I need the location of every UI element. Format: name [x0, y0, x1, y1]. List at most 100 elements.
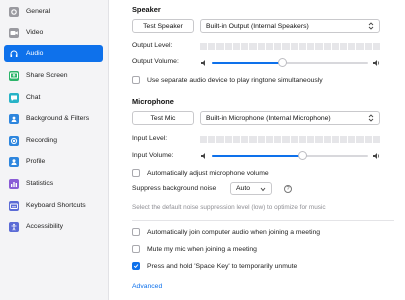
sidebar-item-label: Keyboard Shortcuts — [26, 202, 86, 209]
sidebar-item-label: Audio — [26, 50, 44, 57]
statistics-icon — [9, 178, 19, 189]
separate-device-checkbox[interactable] — [132, 76, 140, 84]
output-volume-thumb[interactable] — [277, 58, 287, 67]
mute-on-join-label: Mute my mic when joining a meeting — [147, 245, 257, 253]
level-segment — [265, 43, 274, 50]
volume-high-icon — [373, 153, 380, 159]
level-segment — [307, 43, 315, 50]
level-segment — [200, 43, 208, 50]
sidebar-item-label: Recording — [26, 137, 57, 144]
level-segment — [364, 43, 372, 50]
auto-adjust-checkbox[interactable] — [132, 169, 140, 177]
sidebar-item-label: Background & Filters — [26, 115, 90, 122]
level-segment — [364, 136, 372, 143]
level-segment — [307, 136, 315, 143]
suppress-noise-label: Suppress background noise — [132, 185, 217, 192]
level-segment — [348, 136, 356, 143]
level-segment — [208, 43, 216, 50]
level-segment — [339, 136, 348, 143]
settings-sidebar: General Video Audio Share Screen Chat Backgro… — [0, 0, 109, 300]
level-segment — [298, 136, 307, 143]
suppress-noise-value: Auto — [236, 185, 250, 192]
level-segment — [372, 43, 381, 50]
space-unmute-checkbox[interactable] — [132, 262, 140, 270]
sidebar-item-label: Video — [26, 29, 44, 36]
level-segment — [372, 136, 381, 143]
sidebar-item-share-screen[interactable]: Share Screen — [4, 67, 103, 84]
chevron-updown-icon — [368, 114, 374, 122]
sidebar-item-accessibility[interactable]: Accessibility — [4, 218, 103, 235]
sidebar-item-video[interactable]: Video — [4, 24, 103, 41]
level-segment — [241, 136, 249, 143]
level-segment — [249, 43, 257, 50]
sidebar-item-statistics[interactable]: Statistics — [4, 175, 103, 192]
sidebar-item-label: Statistics — [26, 180, 54, 187]
sidebar-item-label: General — [26, 8, 51, 15]
level-segment — [216, 136, 224, 143]
suppress-noise-select[interactable]: Auto — [230, 182, 272, 195]
level-segment — [232, 43, 241, 50]
output-volume-slider[interactable] — [212, 58, 368, 68]
auto-adjust-option[interactable]: Automatically adjust microphone volume — [132, 169, 269, 177]
level-segment — [282, 43, 290, 50]
level-segment — [290, 43, 298, 50]
input-volume-slider[interactable] — [212, 151, 368, 161]
microphone-section-title: Microphone — [132, 97, 174, 106]
gear-icon — [9, 6, 19, 17]
checkmark-icon — [133, 264, 139, 269]
level-segment — [200, 136, 208, 143]
level-segment — [224, 43, 232, 50]
level-segment — [348, 43, 356, 50]
suppress-noise-hint: Select the default noise suppression lev… — [132, 204, 326, 211]
level-segment — [315, 136, 323, 143]
space-unmute-label: Press and hold 'Space Key' to temporaril… — [147, 262, 298, 270]
chevron-updown-icon — [368, 22, 374, 30]
level-segment — [274, 43, 282, 50]
input-level-meter — [200, 136, 381, 143]
level-segment — [216, 43, 224, 50]
separate-device-option[interactable]: Use separate audio device to play ringto… — [132, 76, 323, 84]
keyboard-icon — [9, 200, 19, 211]
test-speaker-button[interactable]: Test Speaker — [132, 19, 194, 33]
input-volume-fill — [212, 155, 303, 157]
sidebar-item-keyboard-shortcuts[interactable]: Keyboard Shortcuts — [4, 197, 103, 214]
level-segment — [249, 136, 257, 143]
sidebar-item-profile[interactable]: Profile — [4, 153, 103, 170]
level-segment — [356, 136, 364, 143]
auto-join-audio-checkbox[interactable] — [132, 228, 140, 236]
sidebar-item-recording[interactable]: Recording — [4, 132, 103, 149]
volume-low-icon — [201, 60, 205, 66]
level-segment — [323, 43, 331, 50]
test-mic-button[interactable]: Test Mic — [132, 111, 194, 125]
option-row[interactable]: Automatically join computer audio when j… — [132, 228, 320, 236]
speaker-device-select[interactable]: Built-in Output (Internal Speakers) — [200, 19, 380, 33]
option-row[interactable]: Press and hold 'Space Key' to temporaril… — [132, 262, 297, 270]
mic-device-select[interactable]: Built-in Microphone (Internal Microphone… — [200, 111, 380, 125]
sidebar-item-general[interactable]: General — [4, 3, 103, 20]
profile-icon — [9, 156, 19, 167]
output-level-meter — [200, 43, 381, 50]
audio-settings-panel: Speaker Test Speaker Built-in Output (In… — [108, 0, 405, 300]
advanced-link[interactable]: Advanced — [132, 283, 162, 290]
level-segment — [241, 43, 249, 50]
input-volume-thumb[interactable] — [297, 151, 307, 160]
record-icon — [9, 135, 19, 146]
level-segment — [331, 43, 339, 50]
help-icon[interactable]: ? — [284, 185, 292, 193]
sidebar-item-label: Chat — [26, 94, 41, 101]
mute-on-join-checkbox[interactable] — [132, 245, 140, 253]
sidebar-item-audio[interactable]: Audio — [4, 45, 103, 62]
level-segment — [315, 43, 323, 50]
chevron-down-icon — [260, 187, 266, 192]
sidebar-item-background-filters[interactable]: Background & Filters — [4, 110, 103, 127]
auto-adjust-label: Automatically adjust microphone volume — [147, 169, 269, 177]
sidebar-item-chat[interactable]: Chat — [4, 89, 103, 106]
level-segment — [265, 136, 274, 143]
sidebar-item-label: Profile — [26, 158, 46, 165]
option-row[interactable]: Mute my mic when joining a meeting — [132, 245, 257, 253]
headphones-icon — [9, 49, 19, 59]
input-volume-label: Input Volume: — [132, 152, 174, 159]
separate-device-label: Use separate audio device to play ringto… — [147, 76, 323, 84]
level-segment — [339, 43, 348, 50]
level-segment — [331, 136, 339, 143]
